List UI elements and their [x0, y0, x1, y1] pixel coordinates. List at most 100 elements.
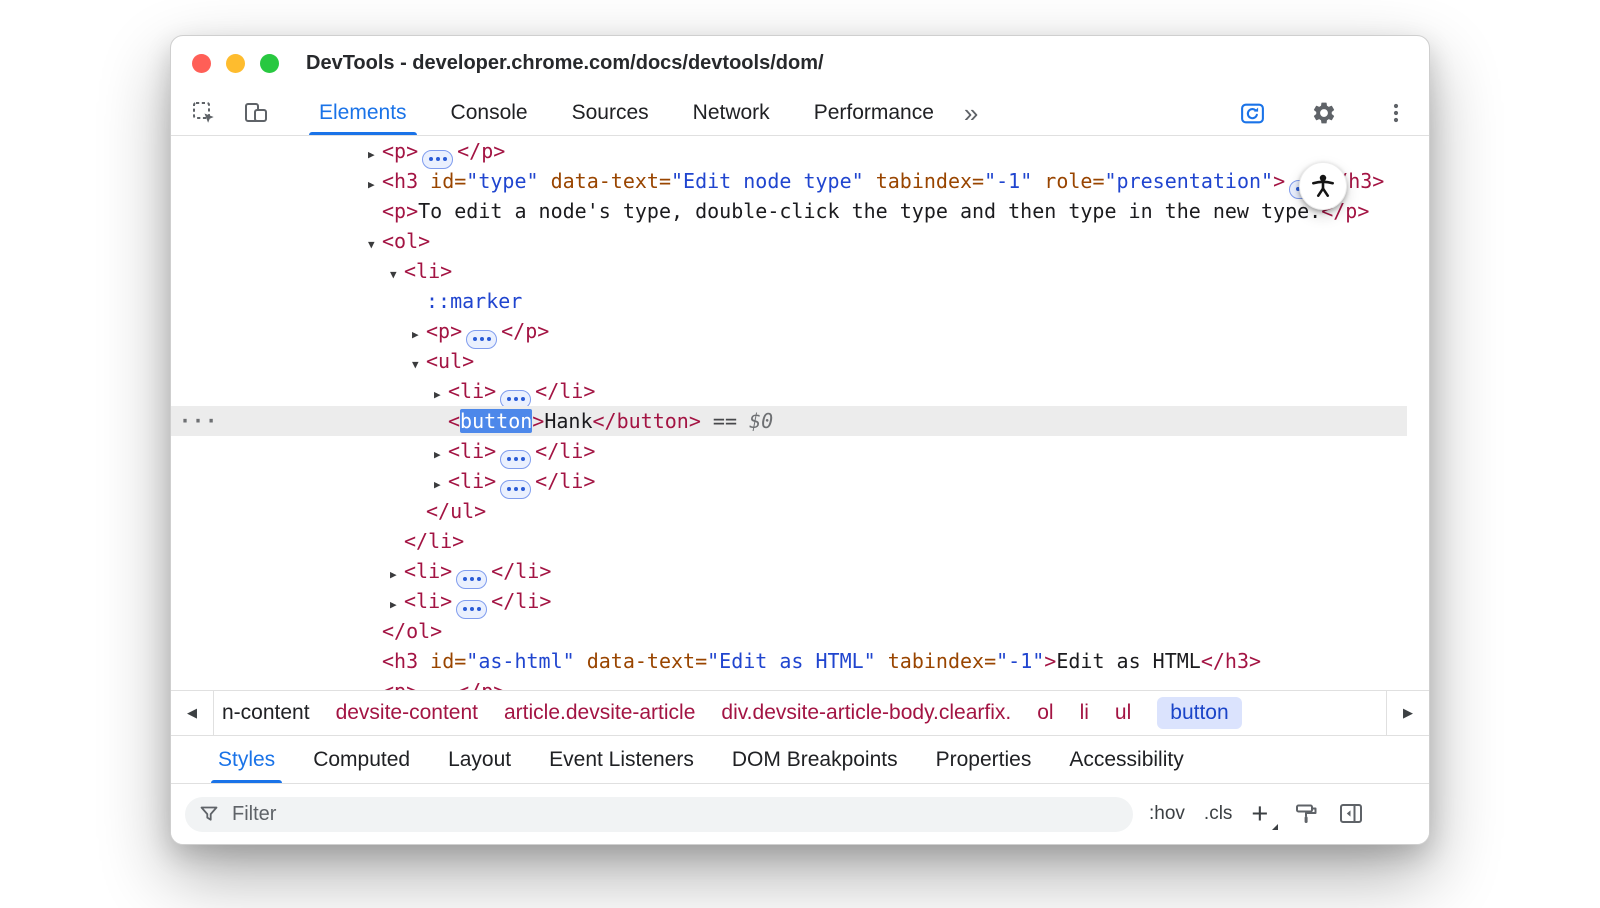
breadcrumb-item-ol[interactable]: ol — [1037, 701, 1053, 725]
code-token-val: "-1" — [996, 649, 1044, 673]
settings-gear-icon[interactable] — [1307, 96, 1341, 130]
code-token-tag: <p> — [382, 139, 418, 163]
tab-properties[interactable]: Properties — [917, 736, 1051, 783]
toggle-sidebar-icon[interactable] — [1338, 801, 1364, 827]
code-token-tag: </li> — [491, 559, 551, 583]
close-button[interactable] — [192, 54, 211, 73]
dom-node-line[interactable]: <p>To edit a node's type, double-click t… — [171, 196, 1429, 226]
dom-node-line[interactable]: ▼<li> — [171, 256, 1429, 286]
breadcrumb-item-article-devsite-article[interactable]: article.devsite-article — [504, 701, 695, 725]
code-token-tag: <ol> — [382, 229, 430, 253]
code-token-attr: id= — [418, 649, 466, 673]
dom-node-line[interactable]: </li> — [171, 526, 1429, 556]
toggle-element-state-button[interactable]: :hov — [1149, 803, 1185, 825]
tab-network[interactable]: Network — [671, 91, 792, 135]
zoom-button[interactable] — [260, 54, 279, 73]
element-classes-button[interactable]: .cls — [1204, 803, 1233, 825]
code-token-attr: id= — [418, 169, 466, 193]
inspect-icon[interactable] — [187, 96, 221, 130]
breadcrumb-item-button[interactable]: button — [1157, 697, 1241, 729]
dom-node-line[interactable]: </ul> — [171, 496, 1429, 526]
main-toolbar: ElementsConsoleSourcesNetworkPerformance… — [171, 91, 1429, 136]
accessibility-person-icon[interactable] — [1299, 162, 1347, 210]
code-token-tag: </p> — [457, 679, 505, 690]
breadcrumb-bar: ◀ n-content devsite-content article.devsit… — [171, 690, 1429, 735]
new-style-rule-button[interactable]: + — [1251, 800, 1274, 829]
devtools-tabbar: ElementsConsoleSourcesNetworkPerformance — [297, 91, 956, 135]
toolbar-right-icons — [1235, 96, 1413, 130]
code-token-tag: <li> — [404, 589, 452, 613]
code-token-tag: <h3 — [382, 649, 418, 673]
code-token-tag: > — [1044, 649, 1056, 673]
screenshot-stage: DevTools - developer.chrome.com/docs/dev… — [0, 0, 1600, 908]
tab-sources[interactable]: Sources — [550, 91, 671, 135]
dom-node-line[interactable]: <h3 id="as-html" data-text="Edit as HTML… — [171, 646, 1429, 676]
sidebar-tabbar: StylesComputedLayoutEvent ListenersDOM B… — [171, 735, 1429, 783]
code-token-tag: </ul> — [426, 499, 486, 523]
breadcrumb-scroll-left-icon[interactable]: ◀ — [171, 691, 214, 735]
minimize-button[interactable] — [226, 54, 245, 73]
device-toolbar-icon[interactable] — [239, 96, 273, 130]
code-token-text: Edit as HTML — [1056, 649, 1201, 673]
dom-node-line[interactable]: ▶<p></p> — [171, 316, 1429, 346]
breadcrumb-item-li[interactable]: li — [1080, 701, 1089, 725]
code-token-tag: <p> — [382, 199, 418, 223]
more-tabs-icon[interactable]: » — [956, 100, 986, 126]
long-press-corner-icon — [1272, 824, 1278, 830]
screencast-icon[interactable] — [1235, 96, 1269, 130]
code-token-attr: data-text= — [575, 649, 707, 673]
ellipsis-expand-icon[interactable] — [422, 690, 453, 691]
paint-roller-icon[interactable] — [1293, 801, 1319, 827]
code-token-pseudo: ::marker — [426, 289, 522, 313]
tab-layout[interactable]: Layout — [429, 736, 530, 783]
dom-node-line[interactable]: ::marker — [171, 286, 1429, 316]
dom-node-line[interactable]: </ol> — [171, 616, 1429, 646]
tab-dom-breakpoints[interactable]: DOM Breakpoints — [713, 736, 917, 783]
code-token-val: "type" — [466, 169, 538, 193]
dom-node-line[interactable]: ▶<li></li> — [171, 466, 1429, 496]
dom-node-line[interactable]: ▶<li></li> — [171, 556, 1429, 586]
disclosure-right-icon[interactable]: ▶ — [368, 680, 382, 690]
code-token-val: "presentation" — [1105, 169, 1274, 193]
breadcrumb: n-content devsite-content article.devsite-… — [214, 691, 1386, 735]
dom-node-line[interactable]: ···<button>Hank</button> == $0 — [171, 406, 1407, 436]
breadcrumb-item-devsite-content[interactable]: devsite-content — [336, 701, 478, 725]
dom-node-line[interactable]: ▶<li></li> — [171, 376, 1429, 406]
dom-node-line[interactable]: ▶<li></li> — [171, 586, 1429, 616]
tab-elements[interactable]: Elements — [297, 91, 429, 135]
code-token-tag: <li> — [404, 259, 452, 283]
code-token-tag: </p> — [501, 319, 549, 343]
tab-styles[interactable]: Styles — [199, 736, 294, 783]
code-token-tag: <li> — [448, 379, 496, 403]
kebab-menu-icon[interactable] — [1379, 96, 1413, 130]
tab-accessibility[interactable]: Accessibility — [1050, 736, 1202, 783]
tab-computed[interactable]: Computed — [294, 736, 429, 783]
dom-node-line[interactable]: ▼<ul> — [171, 346, 1429, 376]
code-token-tag: </ol> — [382, 619, 442, 643]
dom-node-line[interactable]: ▶<li></li> — [171, 436, 1429, 466]
breadcrumb-item-ul[interactable]: ul — [1115, 701, 1131, 725]
code-token-dollar: $0 — [749, 409, 773, 433]
dom-node-line[interactable]: ▶<p></p> — [171, 136, 1429, 166]
filter-field[interactable] — [185, 797, 1133, 832]
breadcrumb-item-n-content[interactable]: n-content — [222, 701, 310, 725]
code-token-tag: < — [448, 409, 460, 433]
code-token-val: "-1" — [984, 169, 1032, 193]
breadcrumb-scroll-right-icon[interactable]: ▶ — [1386, 691, 1429, 735]
dom-node-line[interactable]: ▶<p></p> — [171, 676, 1429, 690]
dom-node-line[interactable]: ▼<ol> — [171, 226, 1429, 256]
breadcrumb-item-div-devsite-article-body-clearfix[interactable]: div.devsite-article-body.clearfix. — [721, 701, 1011, 725]
traffic-lights — [192, 54, 279, 73]
code-token-tag: <li> — [404, 559, 452, 583]
code-token-tag: <p> — [426, 319, 462, 343]
filter-input[interactable] — [230, 802, 1119, 827]
devtools-window: DevTools - developer.chrome.com/docs/dev… — [170, 35, 1430, 845]
tab-console[interactable]: Console — [429, 91, 550, 135]
dom-node-line[interactable]: ▶<h3 id="type" data-text="Edit node type… — [171, 166, 1429, 196]
styles-toolbar-buttons: :hov .cls + — [1149, 800, 1364, 829]
tab-event-listeners[interactable]: Event Listeners — [530, 736, 713, 783]
code-token-tag: </li> — [491, 589, 551, 613]
code-token-tag: </h3> — [1201, 649, 1261, 673]
tab-performance[interactable]: Performance — [792, 91, 956, 135]
code-token-tag: </li> — [535, 469, 595, 493]
